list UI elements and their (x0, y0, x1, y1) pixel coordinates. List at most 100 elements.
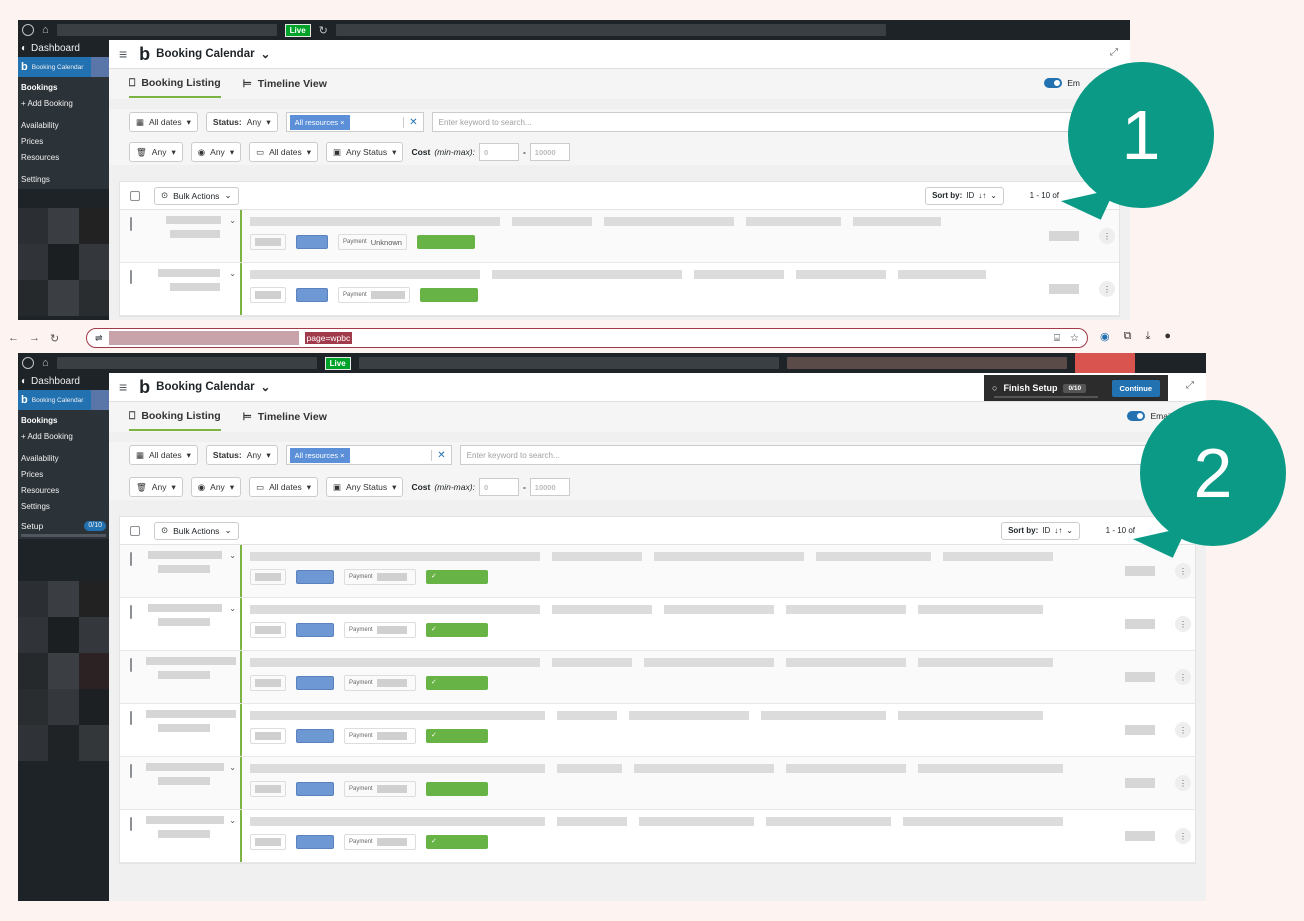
row-checkbox[interactable] (130, 764, 132, 778)
tab-booking-listing[interactable]: ⎕ Booking Listing (129, 404, 221, 431)
sidebar-item-settings[interactable]: Settings (18, 171, 109, 187)
tab-timeline-view[interactable]: ⊨ Timeline View (243, 405, 327, 429)
more-actions-icon[interactable]: ⋮ (1175, 722, 1191, 738)
more-actions-icon[interactable]: ⋮ (1175, 563, 1191, 579)
sidebar-item-settings[interactable]: Settings (18, 498, 109, 514)
sidebar-item-resources[interactable]: Resources (18, 149, 109, 165)
table-row[interactable]: ⌄ Payment ✓ ⋮ (120, 545, 1195, 598)
download-icon[interactable]: ⤓ (1145, 330, 1150, 343)
status-filter[interactable]: Status: Any ▾ (205, 445, 278, 465)
home-icon[interactable]: ⌂ (42, 357, 49, 369)
table-row[interactable]: ⌄ Payment Unknown ⋮ (120, 210, 1119, 263)
table-row[interactable]: ⌄ Payment ✓ ⋮ (120, 810, 1195, 863)
payment-status-filter[interactable]: ▣ Any Status ▾ (326, 142, 404, 162)
trash-filter[interactable]: 🗑 Any ▾ (129, 142, 183, 162)
chevron-down-icon[interactable]: ⌄ (229, 816, 236, 825)
row-checkbox[interactable] (130, 711, 132, 725)
table-row[interactable]: Payment ✓ ⋮ (120, 704, 1195, 757)
menu-icon[interactable]: ≡ (119, 379, 127, 395)
tab-booking-listing[interactable]: ⎕ Booking Listing (129, 71, 221, 98)
more-actions-icon[interactable]: ⋮ (1099, 281, 1115, 297)
clear-icon[interactable]: ✕ (403, 116, 418, 128)
sort-by-select[interactable]: Sort by: ID ↓↑ ⌄ (925, 186, 1004, 205)
table-row[interactable]: Payment ✓ ⋮ (120, 651, 1195, 704)
more-actions-icon[interactable]: ⋮ (1099, 228, 1115, 244)
row-checkbox[interactable] (130, 658, 132, 672)
brand-dropdown[interactable]: b Booking Calendar ⌄ (139, 378, 270, 396)
sidebar-item-bookings[interactable]: Bookings (18, 79, 109, 95)
created-dates-filter[interactable]: ▭ All dates ▾ (249, 477, 319, 497)
emails-toggle[interactable]: Em (1044, 78, 1080, 88)
row-checkbox[interactable] (130, 552, 132, 566)
resource-tag[interactable]: All resources × (289, 114, 350, 130)
chevron-down-icon[interactable]: ⌄ (229, 216, 236, 225)
dates-filter[interactable]: ▦ All dates ▾ (129, 112, 198, 132)
home-icon[interactable]: ⌂ (42, 24, 49, 36)
site-settings-icon[interactable]: ⇌ (95, 333, 103, 344)
profile-avatar[interactable]: ● (1164, 330, 1171, 343)
dates-filter[interactable]: ▦ All dates ▾ (129, 445, 198, 465)
continue-button[interactable]: Continue (1111, 379, 1160, 397)
wordpress-logo-icon[interactable] (22, 24, 34, 36)
sidebar-item-booking-calendar[interactable]: b Booking Calendar (18, 390, 109, 410)
sidebar-item-resources[interactable]: Resources (18, 482, 109, 498)
row-checkbox[interactable] (130, 817, 132, 831)
extension-badge-icon[interactable]: ◉ (1100, 330, 1110, 343)
bookmark-star-icon[interactable]: ☆ (1070, 333, 1079, 344)
visibility-filter[interactable]: ◉ Any ▾ (190, 477, 242, 497)
sidebar-item-availability[interactable]: Availability (18, 450, 109, 466)
sidebar-item-dashboard[interactable]: ◐ Dashboard (18, 40, 109, 57)
table-row[interactable]: ⌄ Payment ⋮ (120, 263, 1119, 316)
resources-select[interactable]: All resources × ✕ (285, 445, 452, 465)
sidebar-item-prices[interactable]: Prices (18, 133, 109, 149)
wordpress-logo-icon[interactable] (22, 357, 34, 369)
toggle-switch[interactable] (1127, 411, 1146, 421)
extensions-icon[interactable]: ⧉ (1124, 330, 1132, 343)
cost-min-input[interactable]: 0 (478, 478, 519, 496)
forward-icon[interactable]: → (29, 332, 40, 344)
expand-icon[interactable]: ⤢ (1186, 380, 1194, 391)
expand-icon[interactable]: ⤢ (1110, 47, 1118, 58)
payment-status-filter[interactable]: ▣ Any Status ▾ (326, 477, 404, 497)
table-row[interactable]: ⌄ Payment ✓ ⋮ (120, 598, 1195, 651)
row-checkbox[interactable] (130, 217, 132, 231)
more-actions-icon[interactable]: ⋮ (1175, 775, 1191, 791)
sidebar-item-bookings[interactable]: Bookings (18, 412, 109, 428)
clear-icon[interactable]: ✕ (431, 449, 446, 461)
brand-dropdown[interactable]: b Booking Calendar ⌄ (139, 45, 270, 63)
bulk-actions-button[interactable]: ⊙ Bulk Actions ⌄ (154, 521, 239, 540)
trash-filter[interactable]: 🗑 Any ▾ (129, 477, 183, 497)
cost-min-input[interactable]: 0 (478, 143, 519, 161)
translate-icon[interactable]: ⌸ (1054, 333, 1060, 344)
created-dates-filter[interactable]: ▭ All dates ▾ (249, 142, 319, 162)
sort-by-select[interactable]: Sort by: ID ↓↑ ⌄ (1001, 521, 1080, 540)
toggle-switch[interactable] (1044, 78, 1063, 88)
menu-icon[interactable]: ≡ (119, 46, 127, 62)
keyword-search-input[interactable]: Enter keyword to search... (459, 445, 1186, 465)
chevron-down-icon[interactable]: ⌄ (229, 269, 236, 278)
row-checkbox[interactable] (130, 605, 132, 619)
chevron-down-icon[interactable]: ⌄ (229, 551, 236, 560)
cost-max-input[interactable]: 10000 (529, 143, 570, 161)
bulk-actions-button[interactable]: ⊙ Bulk Actions ⌄ (154, 186, 239, 205)
more-actions-icon[interactable]: ⋮ (1175, 828, 1191, 844)
resource-tag[interactable]: All resources × (289, 447, 350, 463)
address-bar[interactable]: ⇌ page=wpbc ⌸ ☆ (86, 328, 1088, 348)
table-row[interactable]: ⌄ Payment ⋮ (120, 757, 1195, 810)
more-actions-icon[interactable]: ⋮ (1175, 616, 1191, 632)
back-icon[interactable]: ← (8, 332, 19, 344)
status-filter[interactable]: Status: Any ▾ (205, 112, 278, 132)
more-actions-icon[interactable]: ⋮ (1175, 669, 1191, 685)
chevron-down-icon[interactable]: ⌄ (229, 604, 236, 613)
select-all-checkbox[interactable] (130, 190, 140, 201)
resources-select[interactable]: All resources × ✕ (285, 112, 424, 132)
visibility-filter[interactable]: ◉ Any ▾ (190, 142, 242, 162)
tab-timeline-view[interactable]: ⊨ Timeline View (243, 72, 327, 96)
chevron-down-icon[interactable]: ⌄ (229, 763, 236, 772)
sidebar-item-availability[interactable]: Availability (18, 117, 109, 133)
select-all-checkbox[interactable] (130, 525, 140, 536)
reload-icon[interactable]: ↻ (50, 332, 59, 345)
cost-max-input[interactable]: 10000 (529, 478, 570, 496)
sidebar-item-add-booking[interactable]: + Add Booking (18, 95, 109, 111)
sidebar-item-prices[interactable]: Prices (18, 466, 109, 482)
